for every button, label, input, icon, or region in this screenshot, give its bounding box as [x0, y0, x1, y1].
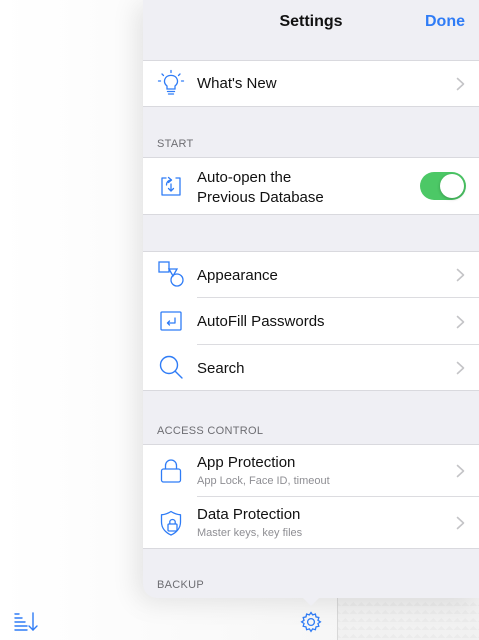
chevron-right-icon: [456, 361, 465, 375]
appearance-label: Appearance: [197, 267, 278, 284]
lock-icon: [160, 459, 182, 483]
toggle-knob: [440, 174, 464, 198]
done-button[interactable]: Done: [425, 13, 465, 31]
auto-open-row: Auto-open the Previous Database: [143, 158, 479, 214]
whats-new-label: What's New: [197, 75, 277, 92]
app-protection-subtitle: App Lock, Face ID, timeout: [197, 475, 330, 487]
data-protection-row[interactable]: Data Protection Master keys, key files: [143, 497, 479, 548]
gear-icon[interactable]: [299, 610, 323, 634]
app-protection-label: App Protection: [197, 454, 296, 471]
data-protection-subtitle: Master keys, key files: [197, 527, 303, 539]
general-group: Appearance AutoFill Passwords Search: [143, 251, 479, 391]
autofill-icon: [160, 311, 182, 331]
access-control-group: App Protection App Lock, Face ID, timeou…: [143, 444, 479, 549]
auto-open-icon: [161, 176, 181, 196]
chevron-right-icon: [456, 77, 465, 91]
search-icon: [159, 355, 183, 379]
auto-open-label: Auto-open the Previous Database: [197, 168, 324, 208]
sort-icon[interactable]: [13, 610, 39, 632]
app-protection-row[interactable]: App Protection App Lock, Face ID, timeou…: [143, 445, 479, 497]
whats-new-row[interactable]: What's New: [143, 61, 479, 106]
background-pattern: [337, 598, 479, 640]
settings-popover: Settings Done What's New START Auto-open…: [143, 0, 479, 598]
chevron-right-icon: [456, 315, 465, 329]
appearance-row[interactable]: Appearance: [143, 252, 479, 298]
data-protection-label: Data Protection: [197, 506, 301, 523]
auto-open-label-line1: Auto-open the: [197, 169, 292, 186]
auto-open-label-line2: Previous Database: [197, 189, 324, 206]
autofill-label: AutoFill Passwords: [197, 313, 325, 330]
screen: Settings Done What's New START Auto-open…: [0, 0, 479, 640]
section-header-access-control: ACCESS CONTROL: [157, 425, 264, 437]
background-divider: [337, 598, 338, 640]
lightbulb-icon: [157, 69, 185, 95]
search-label: Search: [197, 360, 245, 377]
chevron-right-icon: [456, 268, 465, 282]
section-header-start: START: [157, 138, 194, 150]
auto-open-toggle[interactable]: [420, 172, 466, 200]
shield-lock-icon: [160, 510, 182, 536]
chevron-right-icon: [456, 516, 465, 530]
autofill-row[interactable]: AutoFill Passwords: [143, 298, 479, 345]
popover-nav-bar: Settings Done: [143, 0, 479, 60]
shapes-icon: [158, 261, 184, 287]
whats-new-group: What's New: [143, 60, 479, 107]
search-row[interactable]: Search: [143, 345, 479, 390]
chevron-right-icon: [456, 464, 465, 478]
start-group: Auto-open the Previous Database: [143, 157, 479, 215]
section-header-backup: BACKUP: [157, 579, 205, 591]
popover-arrow: [301, 596, 321, 606]
